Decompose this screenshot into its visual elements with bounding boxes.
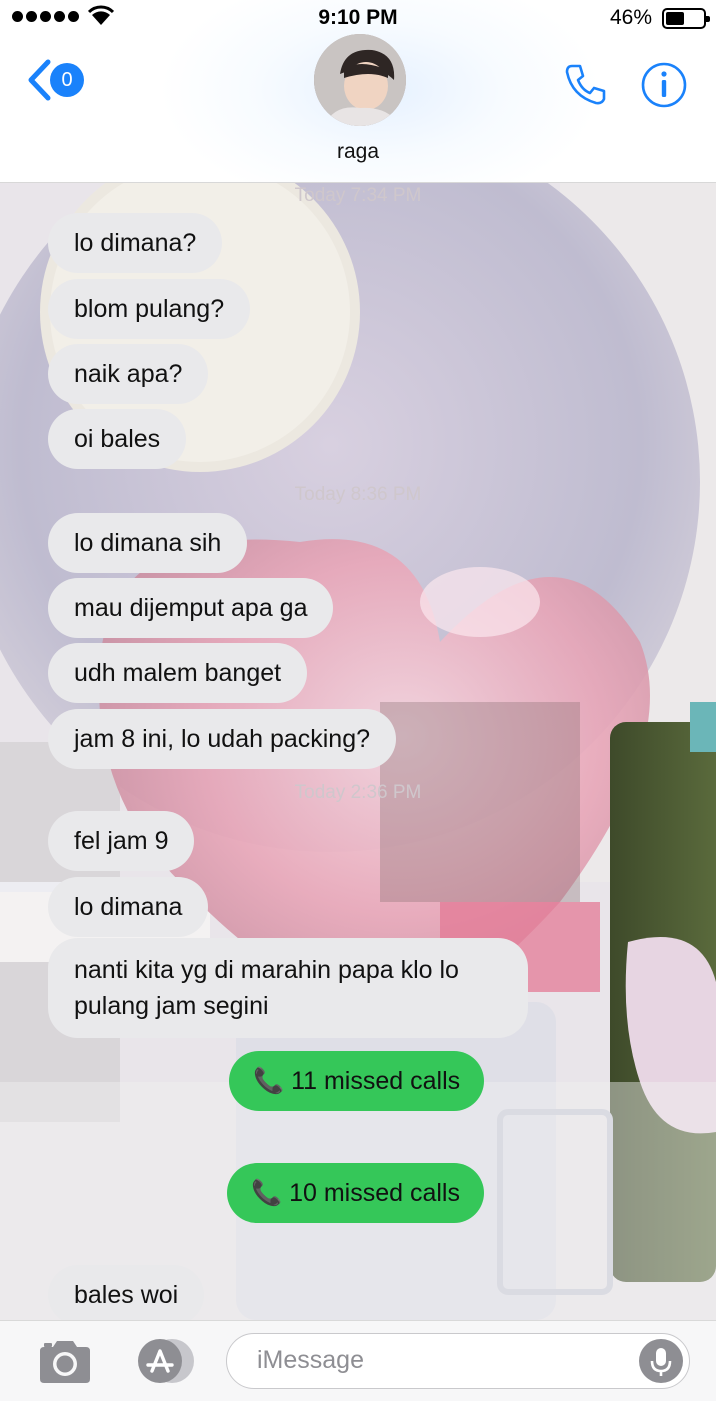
contact-avatar[interactable] [314, 34, 406, 126]
received-message[interactable]: lo dimana [48, 877, 209, 937]
contact-name[interactable]: raga [0, 140, 716, 164]
received-message[interactable]: jam 8 ini, lo udah packing? [48, 709, 397, 769]
phone-icon[interactable] [562, 60, 610, 108]
avatar-photo [314, 34, 406, 126]
timestamp: Today 7:34 PM [294, 185, 422, 206]
message-composer: iMessage [0, 1320, 716, 1401]
camera-icon[interactable] [36, 1339, 94, 1385]
battery-percentage: 46% [609, 6, 652, 29]
back-button[interactable]: 0 [26, 58, 84, 102]
sent-missed-calls-message[interactable]: 📞 10 missed calls [227, 1163, 484, 1223]
app-store-icon[interactable] [130, 1337, 196, 1385]
received-message[interactable]: oi bales [48, 409, 187, 469]
received-message[interactable]: lo dimana? [48, 213, 223, 273]
received-message[interactable]: bales woi [48, 1265, 205, 1320]
received-message[interactable]: nanti kita yg di marahin papa klo lo pul… [48, 938, 528, 1038]
message-input[interactable]: iMessage [226, 1333, 690, 1389]
info-icon[interactable] [640, 61, 688, 109]
unread-count-badge: 0 [50, 63, 84, 97]
microphone-icon [650, 1348, 672, 1376]
microphone-button[interactable] [639, 1339, 683, 1383]
timestamp: Today 8:36 PM [294, 484, 422, 505]
received-message[interactable]: naik apa? [48, 344, 209, 404]
conversation-view[interactable]: Today 7:34 PM Today 8:36 PM Today 2:36 P… [0, 182, 716, 1320]
timestamp: Today 2:36 PM [294, 782, 422, 803]
received-message[interactable]: fel jam 9 [48, 811, 195, 871]
received-message[interactable]: udh malem banget [48, 643, 308, 703]
received-message[interactable]: blom pulang? [48, 279, 251, 339]
status-bar: 9:10 PM 46% [0, 0, 716, 36]
message-input-placeholder: iMessage [257, 1346, 364, 1374]
received-message[interactable]: mau dijemput apa ga [48, 578, 334, 638]
chat-header: 9:10 PM 46% 0 raga [0, 0, 716, 183]
sent-missed-calls-message[interactable]: 📞 11 missed calls [229, 1051, 485, 1111]
battery-icon [662, 8, 710, 29]
status-time: 9:10 PM [318, 6, 398, 29]
received-message[interactable]: lo dimana sih [48, 513, 248, 573]
back-chevron-icon [28, 59, 51, 101]
